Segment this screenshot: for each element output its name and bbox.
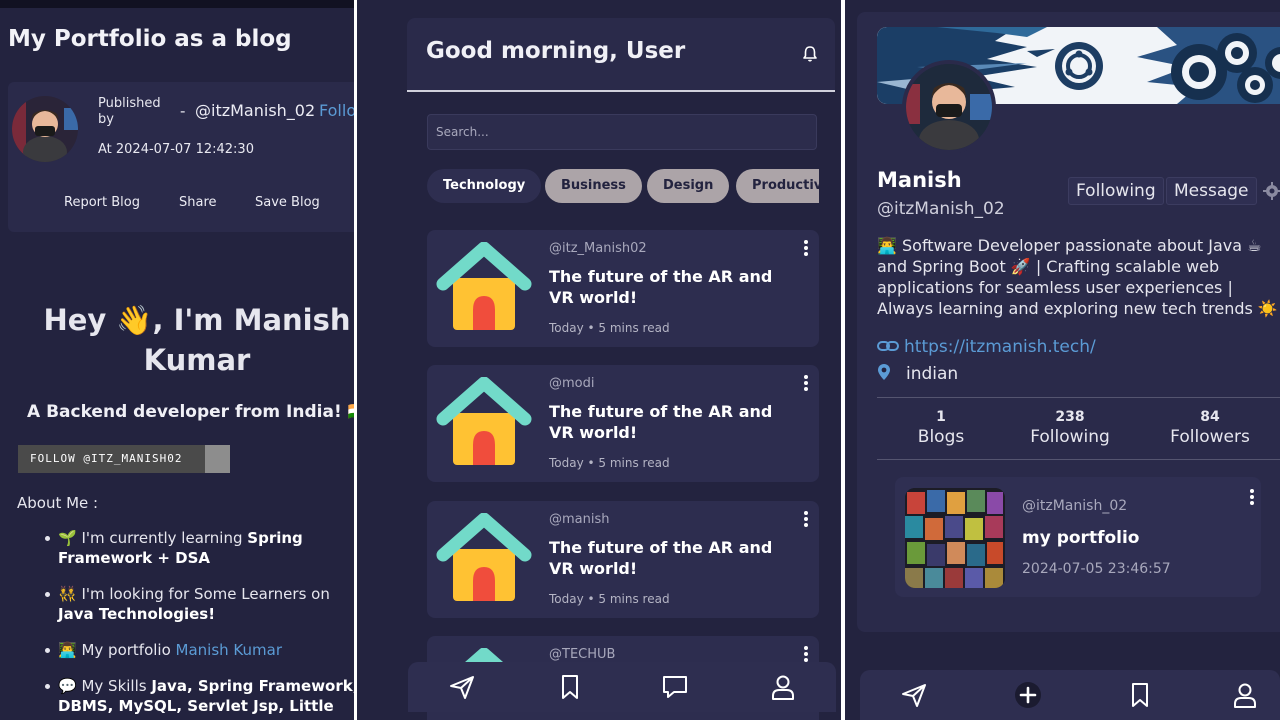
location-row: indian	[877, 363, 958, 384]
follow-badge-button[interactable]: FOLLOW @ITZ_MANISH02	[18, 445, 230, 473]
bookmark-icon[interactable]	[556, 673, 584, 701]
about-me-heading: About Me :	[17, 494, 99, 512]
website-row[interactable]: https://itzmanish.tech/	[877, 337, 1096, 357]
bottom-nav	[408, 662, 836, 712]
author-avatar[interactable]	[12, 96, 78, 162]
post-meta: Today • 5 mins read	[549, 321, 670, 335]
chip-productivity[interactable]: Productivity	[736, 169, 819, 203]
location-pin-icon	[878, 364, 890, 380]
list-item: 👯 I'm looking for Some Learners on Java …	[45, 584, 354, 624]
greeting-title: Good morning, User	[426, 38, 686, 64]
page-title: My Portfolio as a blog	[8, 26, 292, 52]
bottom-nav	[860, 670, 1280, 720]
plus-icon[interactable]	[1014, 681, 1042, 709]
stat-blogs[interactable]: 1 Blogs	[911, 408, 971, 448]
blog-view-screen: My Portfolio as a blog Published by - @i…	[0, 0, 354, 720]
save-blog-button[interactable]: Save Blog	[255, 195, 320, 210]
home-feed-screen: Good morning, User Technology Business D…	[357, 0, 841, 720]
more-options-icon[interactable]	[803, 240, 809, 258]
post-meta: Today • 5 mins read	[549, 456, 670, 470]
post-title[interactable]: The future of the AR and VR world!	[549, 401, 799, 443]
published-timestamp: At 2024-07-07 12:42:30	[98, 142, 254, 157]
search-input[interactable]	[427, 114, 817, 150]
more-options-icon[interactable]	[1249, 489, 1255, 507]
following-button[interactable]: Following	[1068, 177, 1164, 205]
stats-divider-bottom	[877, 459, 1280, 460]
bookmark-icon[interactable]	[1126, 681, 1154, 709]
post-title[interactable]: my portfolio	[1022, 528, 1139, 548]
chip-technology[interactable]: Technology	[427, 169, 542, 203]
author-handle[interactable]: @itzManish_02	[195, 101, 315, 120]
chip-business[interactable]: Business	[545, 169, 642, 203]
stat-followers[interactable]: 84 Followers	[1165, 408, 1255, 448]
header-divider	[407, 90, 835, 92]
list-item: 👨‍💻 My portfolio Manish Kumar	[45, 640, 354, 660]
blog-card[interactable]: @itz_Manish02 The future of the AR and V…	[427, 230, 819, 347]
message-button[interactable]: Message	[1166, 177, 1257, 205]
chip-design[interactable]: Design	[647, 169, 730, 203]
stat-following[interactable]: 238 Following	[1025, 408, 1115, 448]
profile-handle: @itzManish_02	[877, 199, 1005, 219]
post-title[interactable]: The future of the AR and VR world!	[549, 266, 799, 308]
more-options-icon[interactable]	[803, 375, 809, 393]
feed-header: Good morning, User	[407, 18, 835, 92]
link-icon	[877, 341, 899, 351]
location-text: indian	[906, 364, 959, 384]
post-author: @TECHUB	[549, 647, 616, 662]
post-thumbnail	[905, 488, 1005, 588]
category-chips: Technology Business Design Productivity	[427, 169, 819, 203]
website-link[interactable]: https://itzmanish.tech/	[904, 337, 1096, 357]
post-title[interactable]: The future of the AR and VR world!	[549, 537, 799, 579]
profile-post-card[interactable]: @itzManish_02 my portfolio 2024-07-05 23…	[895, 477, 1261, 597]
blog-subheading: A Backend developer from India! 🇮🇳	[27, 402, 354, 422]
blog-card[interactable]: @modi The future of the AR and VR world!…	[427, 365, 819, 482]
share-button[interactable]: Share	[179, 195, 217, 210]
list-item: 💬 My Skills Java, Spring Framework, DBMS…	[45, 676, 354, 716]
separator-dash: -	[180, 102, 186, 120]
send-icon[interactable]	[448, 673, 476, 701]
house-icon	[436, 513, 532, 601]
profile-name: Manish	[877, 168, 962, 192]
stats-divider-top	[877, 397, 1280, 398]
post-author: @manish	[549, 512, 610, 527]
portfolio-link[interactable]: Manish Kumar	[176, 641, 282, 659]
post-author: @itz_Manish02	[549, 241, 647, 256]
more-options-icon[interactable]	[803, 511, 809, 529]
follow-badge-label: FOLLOW @ITZ_MANISH02	[30, 452, 183, 465]
blog-card[interactable]: @manish The future of the AR and VR worl…	[427, 501, 819, 618]
post-meta: Today • 5 mins read	[549, 592, 670, 606]
post-author: @modi	[549, 376, 595, 391]
profile-icon[interactable]	[769, 673, 797, 701]
report-blog-button[interactable]: Report Blog	[64, 195, 140, 210]
profile-icon[interactable]	[1231, 681, 1259, 709]
profile-bio: 👨‍💻 Software Developer passionate about …	[877, 236, 1278, 318]
published-by-label: Published by	[98, 96, 161, 127]
house-icon	[436, 377, 532, 465]
publisher-card: Published by - @itzManish_02 Follow At 2…	[8, 82, 354, 232]
follow-link[interactable]: Follow	[319, 101, 354, 120]
chat-icon[interactable]	[661, 673, 689, 701]
bell-icon[interactable]	[801, 45, 819, 63]
house-icon	[436, 242, 532, 330]
follow-badge-count	[205, 445, 230, 473]
post-date: 2024-07-05 23:46:57	[1022, 561, 1171, 577]
about-list: 🌱 I'm currently learning Spring Framewor…	[45, 528, 354, 720]
send-icon[interactable]	[900, 681, 928, 709]
blog-heading: Hey 👋, I'm Manish Kumar	[43, 303, 351, 377]
gear-icon[interactable]	[1263, 182, 1280, 200]
profile-screen: Manish @itzManish_02 Following Message 👨…	[845, 0, 1280, 720]
post-author: @itzManish_02	[1022, 498, 1128, 514]
profile-avatar[interactable]	[902, 60, 996, 154]
list-item: 🌱 I'm currently learning Spring Framewor…	[45, 528, 354, 568]
